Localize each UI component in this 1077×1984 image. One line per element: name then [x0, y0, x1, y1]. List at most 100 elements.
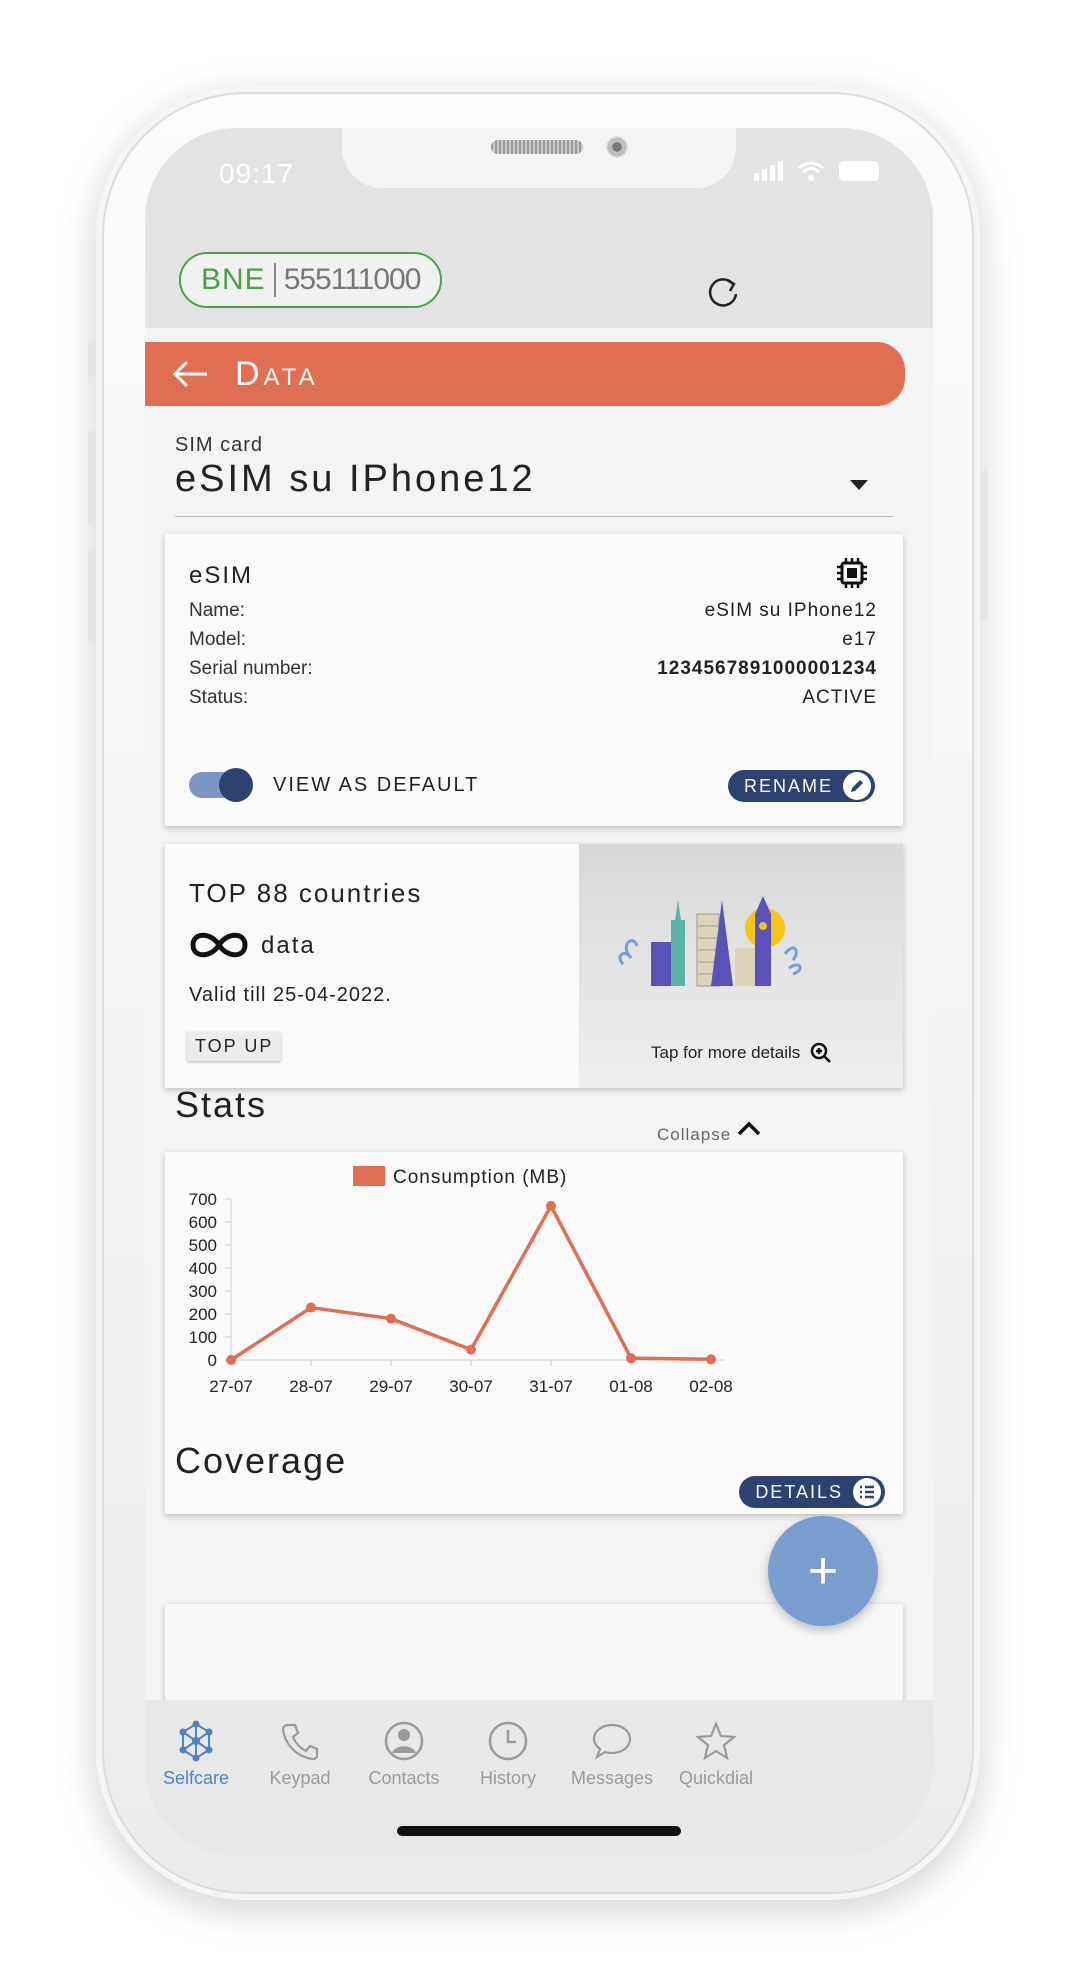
stats-collapse-label[interactable]: Collapse: [657, 1125, 731, 1145]
sim-card-label: SIM card: [175, 434, 264, 456]
tap-details-label: Tap for more details: [651, 1043, 801, 1062]
power-button: [980, 470, 988, 620]
volume-down-button: [88, 548, 96, 644]
legend-swatch: [353, 1166, 385, 1186]
front-camera: [606, 136, 628, 158]
wifi-icon: [798, 161, 824, 181]
y-tick-label: 0: [208, 1351, 217, 1370]
operator-pill[interactable]: BNE 555111000: [179, 252, 443, 308]
back-arrow-icon[interactable]: [171, 359, 209, 389]
data-point[interactable]: [306, 1302, 316, 1313]
infinity-icon: [190, 932, 248, 958]
chart-legend: Consumption (MB): [353, 1166, 567, 1188]
rename-button[interactable]: RENAME: [727, 770, 875, 802]
tab-contacts-label: Contacts: [368, 1768, 440, 1788]
consumption-chart: Consumption (MB) 0 100 200 300 400 500 600 700 2…: [189, 1166, 733, 1396]
operator-separator: [273, 263, 276, 297]
volume-up-button: [88, 430, 96, 526]
y-tick-label: 600: [189, 1213, 217, 1232]
y-tick-label: 100: [189, 1328, 217, 1347]
dropdown-caret-icon[interactable]: [850, 480, 868, 490]
x-tick-label: 29-07: [369, 1377, 412, 1396]
clock-icon: [488, 1721, 528, 1761]
tap-details[interactable]: Tap for more details: [651, 1042, 832, 1064]
refresh-icon[interactable]: [703, 272, 743, 312]
x-tick-label: 27-07: [209, 1377, 252, 1396]
esim-model-row: Model: e17: [189, 629, 877, 651]
speaker: [491, 140, 583, 154]
tab-quickdial[interactable]: Quickdial: [651, 1720, 781, 1789]
signal-icon: [754, 161, 783, 181]
sim-card-select[interactable]: eSIM su IPhone12: [175, 458, 536, 501]
plan-card[interactable]: TOP 88 countries data Valid till 25-04-2…: [165, 844, 903, 1088]
landmarks-illustration: [618, 896, 802, 987]
details-button[interactable]: DETAILS: [739, 1476, 885, 1508]
esim-serial-row: Serial number: 1234567891000001234: [189, 658, 877, 680]
operator-code: BNE: [201, 263, 266, 296]
data-point[interactable]: [706, 1354, 716, 1365]
x-tick-label: 02-08: [689, 1377, 732, 1396]
data-point[interactable]: [466, 1344, 476, 1355]
esim-status-value: ACTIVE: [802, 687, 877, 708]
y-tick-label: 500: [189, 1236, 217, 1255]
data-point[interactable]: [226, 1355, 236, 1365]
tab-messages-label: Messages: [570, 1768, 654, 1788]
esim-name-key: Name:: [189, 600, 245, 621]
default-toggle[interactable]: [189, 768, 253, 802]
mute-switch: [88, 340, 96, 384]
add-fab-button[interactable]: +: [768, 1516, 878, 1626]
esim-card-title: eSIM: [189, 562, 254, 589]
contact-icon: [384, 1721, 424, 1761]
data-point[interactable]: [386, 1313, 396, 1324]
plan-data-label: data: [261, 932, 316, 959]
plan-illustration[interactable]: Tap for more details: [579, 844, 903, 1088]
zoom-icon: [811, 1042, 832, 1063]
esim-serial-key: Serial number:: [189, 658, 313, 679]
screen: 09:17 BNE 555111000 Data SIM card eSIM s…: [145, 128, 933, 1856]
page-header: Data: [145, 342, 905, 406]
tab-selfcare-label: Selfcare: [162, 1768, 230, 1788]
y-tick-label: 200: [189, 1305, 217, 1324]
top-bar: BNE 555111000: [145, 224, 933, 328]
phone-number: 555111000: [283, 263, 422, 296]
plan-info: TOP 88 countries data Valid till 25-04-2…: [165, 844, 579, 1088]
chat-icon: [592, 1723, 632, 1760]
legend-label: Consumption (MB): [393, 1167, 567, 1188]
phone-icon: [281, 1723, 319, 1761]
esim-card: eSIM Name: eSIM su IPhone12 Model: e17 S…: [165, 534, 903, 826]
rename-button-label: RENAME: [743, 775, 833, 796]
plan-validity: Valid till 25-04-2022.: [189, 984, 392, 1006]
esim-name-value: eSIM su IPhone12: [704, 600, 877, 621]
home-indicator: [397, 1826, 681, 1836]
page-title: Data: [235, 354, 319, 393]
data-point[interactable]: [546, 1200, 556, 1211]
x-tick-label: 01-08: [609, 1377, 652, 1396]
network-icon: [179, 1720, 213, 1762]
pencil-icon: [843, 772, 871, 800]
data-point[interactable]: [626, 1353, 636, 1364]
esim-name-row: Name: eSIM su IPhone12: [189, 600, 877, 622]
chevron-up-icon[interactable]: [735, 1118, 763, 1138]
top-up-button[interactable]: TOP UP: [187, 1032, 282, 1061]
toggle-knob: [219, 768, 253, 802]
status-time: 09:17: [219, 158, 295, 189]
esim-model-value: e17: [842, 629, 877, 650]
y-tick-label: 400: [189, 1259, 217, 1278]
series-line: [230, 1204, 712, 1362]
y-tick-label: 300: [189, 1282, 217, 1301]
tab-keypad-label: Keypad: [269, 1768, 331, 1788]
esim-status-key: Status:: [189, 687, 249, 708]
x-tick-label: 31-07: [529, 1377, 572, 1396]
details-button-label: DETAILS: [755, 1481, 843, 1502]
plan-title: TOP 88 countries: [189, 878, 423, 908]
tab-quickdial-label: Quickdial: [678, 1768, 754, 1788]
star-icon: [695, 1721, 737, 1761]
coverage-title: Coverage: [175, 1440, 348, 1481]
esim-status-row: Status: ACTIVE: [189, 687, 877, 709]
list-icon: [853, 1478, 881, 1506]
x-tick-label: 30-07: [449, 1377, 492, 1396]
battery-icon: [839, 161, 879, 181]
notch: [342, 128, 736, 188]
default-toggle-label: VIEW AS DEFAULT: [273, 774, 480, 796]
y-tick-label: 700: [189, 1190, 217, 1209]
